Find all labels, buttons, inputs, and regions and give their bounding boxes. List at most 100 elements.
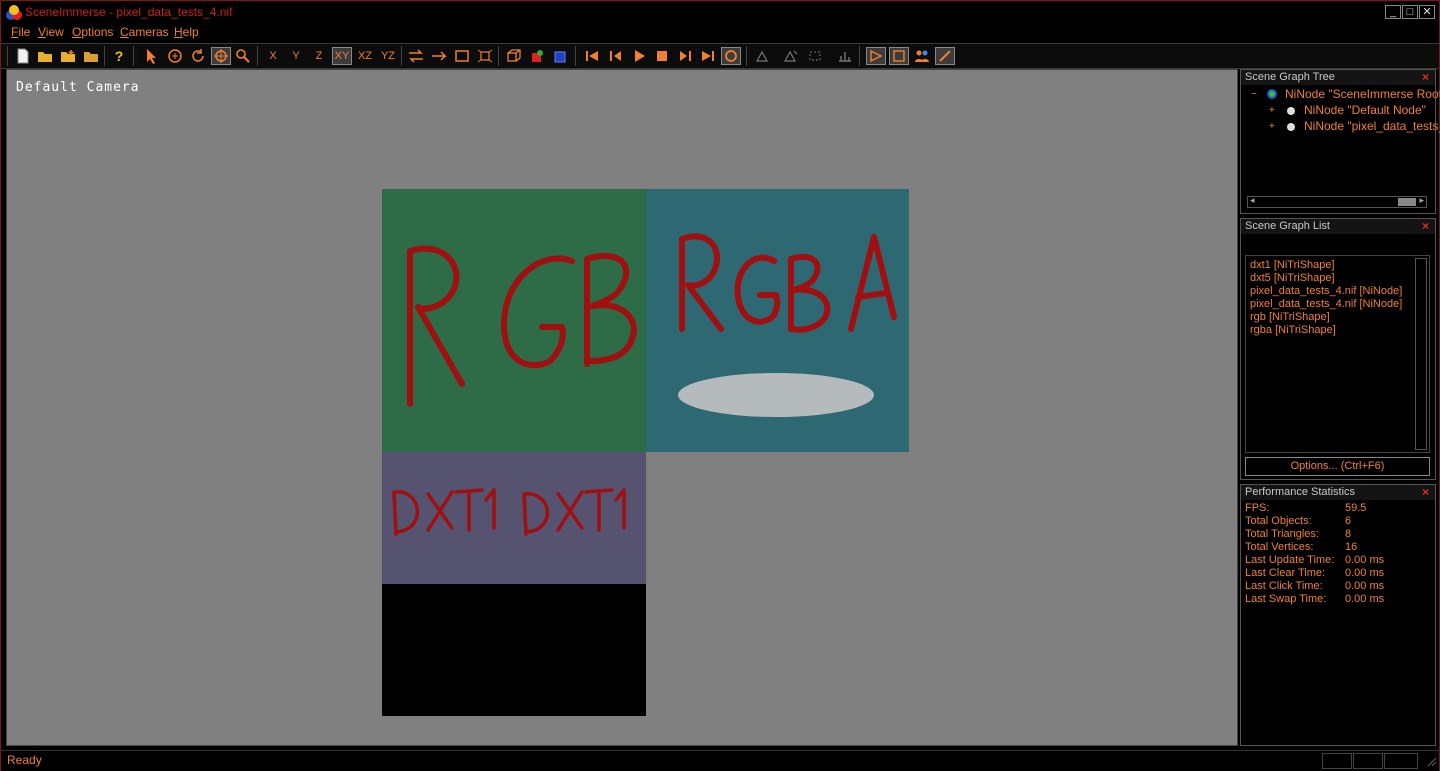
panel-header: Performance Statistics × <box>1241 485 1435 500</box>
selection-bounds-icon[interactable] <box>805 47 825 65</box>
tree-node-default[interactable]: NiNode "Default Node" <box>1304 103 1426 117</box>
select-arrow-icon[interactable] <box>142 47 162 65</box>
stat-label: Last Clear Time: <box>1245 567 1326 579</box>
axis-z-button[interactable]: Z <box>309 47 329 65</box>
toolbar-separator <box>133 46 137 66</box>
zoom-magnifier-icon[interactable] <box>233 47 253 65</box>
stat-label: Last Swap Time: <box>1245 593 1327 605</box>
close-icon[interactable]: × <box>1422 219 1429 233</box>
stop-icon[interactable] <box>652 47 672 65</box>
scale-box-icon[interactable] <box>452 47 472 65</box>
menu-help[interactable]: Help <box>174 25 199 39</box>
scroll-right-icon[interactable]: ▸ <box>1419 195 1424 206</box>
wireframe-cube-icon[interactable] <box>504 47 524 65</box>
bounds-icon[interactable] <box>781 47 801 65</box>
move-right-icon[interactable] <box>429 47 449 65</box>
stat-row-swap-time: Last Swap Time: 0.00 ms <box>1245 593 1384 605</box>
panel-header: Scene Graph List × <box>1241 219 1435 234</box>
expand-toggle[interactable]: + <box>1269 105 1275 116</box>
pan-hand-icon[interactable] <box>165 47 185 65</box>
loop-icon[interactable] <box>721 47 741 65</box>
root-node-icon <box>1267 89 1277 99</box>
node-dot-icon <box>1287 107 1295 115</box>
open-folder-icon[interactable] <box>35 47 55 65</box>
stat-row-vertices: Total Vertices: 16 <box>1245 541 1357 553</box>
status-bar: Ready <box>1 750 1439 771</box>
texture-cube-icon[interactable] <box>550 47 570 65</box>
play-icon[interactable] <box>629 47 649 65</box>
panel-title: Scene Graph Tree <box>1245 71 1335 83</box>
list-item[interactable]: pixel_data_tests_4.nif [NiNode] <box>1250 285 1402 297</box>
scroll-thumb[interactable] <box>1398 198 1416 206</box>
stat-row-triangles: Total Triangles: 8 <box>1245 528 1351 540</box>
material-color-icon[interactable] <box>527 47 547 65</box>
graph-icon[interactable] <box>835 47 855 65</box>
minimize-button[interactable]: _ <box>1385 5 1401 19</box>
people-icon[interactable] <box>912 47 932 65</box>
stat-label: Total Triangles: <box>1245 528 1319 540</box>
list-item[interactable]: rgba [NiTriShape] <box>1250 324 1336 336</box>
status-panel <box>1322 753 1352 769</box>
list-item[interactable]: pixel_data_tests_4.nif [NiNode] <box>1250 298 1402 310</box>
list-item[interactable]: rgb [NiTriShape] <box>1250 311 1330 323</box>
collision-icon[interactable] <box>753 47 773 65</box>
scene-object-list[interactable]: dxt1 [NiTriShape] dxt5 [NiTriShape] pixe… <box>1245 255 1430 453</box>
stat-row-update-time: Last Update Time: 0.00 ms <box>1245 554 1384 566</box>
open-folder-add-icon[interactable] <box>58 47 78 65</box>
app-logo-icon <box>6 5 22 20</box>
stat-value: 0.00 ms <box>1345 580 1385 592</box>
tree-node-pixel-data[interactable]: NiNode "pixel_data_tests_4 <box>1304 119 1440 133</box>
new-file-icon[interactable] <box>13 47 33 65</box>
menu-cameras[interactable]: Cameras <box>120 25 169 39</box>
collapse-toggle[interactable]: − <box>1251 89 1257 100</box>
help-icon[interactable]: ? <box>109 47 129 65</box>
resize-grip-icon[interactable] <box>1425 755 1437 767</box>
orbit-icon[interactable] <box>211 47 231 65</box>
scroll-left-icon[interactable]: ◂ <box>1250 195 1255 206</box>
options-button[interactable]: Options... (Ctrl+F6) <box>1245 457 1430 476</box>
dxt5-texture-quad <box>382 584 646 716</box>
save-folder-icon[interactable] <box>81 47 101 65</box>
tree-horizontal-scrollbar[interactable]: ◂ ▸ <box>1247 195 1427 208</box>
scene-tree-toggle-icon[interactable] <box>866 47 886 65</box>
status-panel <box>1384 753 1418 769</box>
toolbar-separator <box>859 46 863 66</box>
skip-to-start-icon[interactable] <box>582 47 602 65</box>
performance-toggle-icon[interactable] <box>935 47 955 65</box>
axis-yz-button[interactable]: YZ <box>378 47 398 65</box>
toolbar-separator <box>104 46 108 66</box>
maximize-button[interactable]: □ <box>1402 5 1418 19</box>
menu-file[interactable]: File <box>11 25 30 39</box>
tree-node-root[interactable]: NiNode "SceneImmerse Root" <box>1285 87 1440 101</box>
skip-to-end-icon[interactable] <box>698 47 718 65</box>
scene-list-toggle-icon[interactable] <box>889 47 909 65</box>
axis-y-button[interactable]: Y <box>286 47 306 65</box>
toolbar-separator <box>7 46 11 66</box>
rotate-icon[interactable] <box>188 47 208 65</box>
list-item[interactable]: dxt1 [NiTriShape] <box>1250 259 1335 271</box>
list-item[interactable]: dxt5 [NiTriShape] <box>1250 272 1335 284</box>
axis-xz-button[interactable]: XZ <box>355 47 375 65</box>
fit-extents-icon[interactable] <box>475 47 495 65</box>
step-forward-icon[interactable] <box>675 47 695 65</box>
render-viewport[interactable]: Default Camera <box>6 69 1238 746</box>
stat-row-objects: Total Objects: 6 <box>1245 515 1351 527</box>
close-icon[interactable]: × <box>1422 485 1429 499</box>
menu-view[interactable]: View <box>38 25 64 39</box>
translate-arrows-icon[interactable] <box>406 47 426 65</box>
list-vertical-scrollbar[interactable] <box>1415 258 1427 450</box>
stat-value: 0.00 ms <box>1345 567 1385 579</box>
stat-value: 6 <box>1345 515 1352 527</box>
close-icon[interactable]: × <box>1422 70 1429 84</box>
performance-statistics-panel: Performance Statistics × FPS: 59.5 Total … <box>1240 484 1436 746</box>
dxt1-handwritten-text <box>392 488 626 536</box>
close-button[interactable]: ✕ <box>1419 5 1435 19</box>
axis-x-button[interactable]: X <box>263 47 283 65</box>
expand-toggle[interactable]: + <box>1269 121 1275 132</box>
toolbar-separator <box>257 46 261 66</box>
panel-title: Scene Graph List <box>1245 220 1330 232</box>
step-back-icon[interactable] <box>606 47 626 65</box>
menu-options[interactable]: Options <box>72 25 113 39</box>
stat-row-fps: FPS: 59.5 <box>1245 502 1366 514</box>
axis-xy-button[interactable]: XY <box>332 47 352 65</box>
